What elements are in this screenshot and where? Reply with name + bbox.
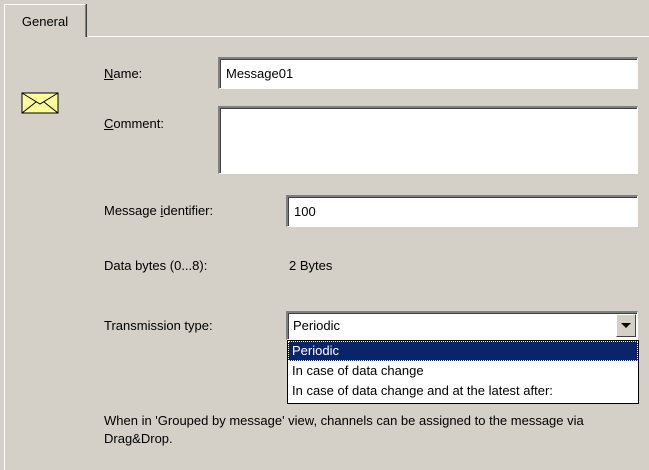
- envelope-icon: [21, 92, 59, 114]
- transmission-type-list: Periodic In case of data change In case …: [287, 340, 639, 404]
- comment-label: Comment:: [104, 116, 164, 131]
- general-panel: [4, 36, 649, 470]
- transmission-type-value: Periodic: [293, 318, 340, 333]
- tab-general-label: General: [21, 13, 69, 29]
- option-data-change[interactable]: In case of data change: [288, 361, 638, 381]
- drag-drop-note: When in 'Grouped by message' view, chann…: [104, 413, 584, 446]
- message-identifier-field[interactable]: [286, 195, 638, 227]
- message-identifier-label: Message identifier:: [104, 203, 214, 218]
- data-bytes-value: 2 Bytes: [289, 258, 333, 273]
- tab-strip: General: [0, 0, 649, 37]
- tab-general[interactable]: General: [4, 4, 86, 37]
- transmission-type-select[interactable]: Periodic: [286, 311, 638, 340]
- option-data-change-latest[interactable]: In case of data change and at the latest…: [288, 381, 638, 401]
- chevron-down-icon: [621, 323, 631, 328]
- data-bytes-label: Data bytes (0...8):: [104, 258, 208, 273]
- name-label: Name:: [104, 66, 143, 81]
- dropdown-button[interactable]: [616, 314, 636, 337]
- transmission-type-label: Transmission type:: [104, 318, 213, 333]
- name-field[interactable]: [218, 57, 638, 89]
- comment-field[interactable]: [218, 106, 638, 174]
- option-periodic[interactable]: Periodic: [288, 341, 638, 361]
